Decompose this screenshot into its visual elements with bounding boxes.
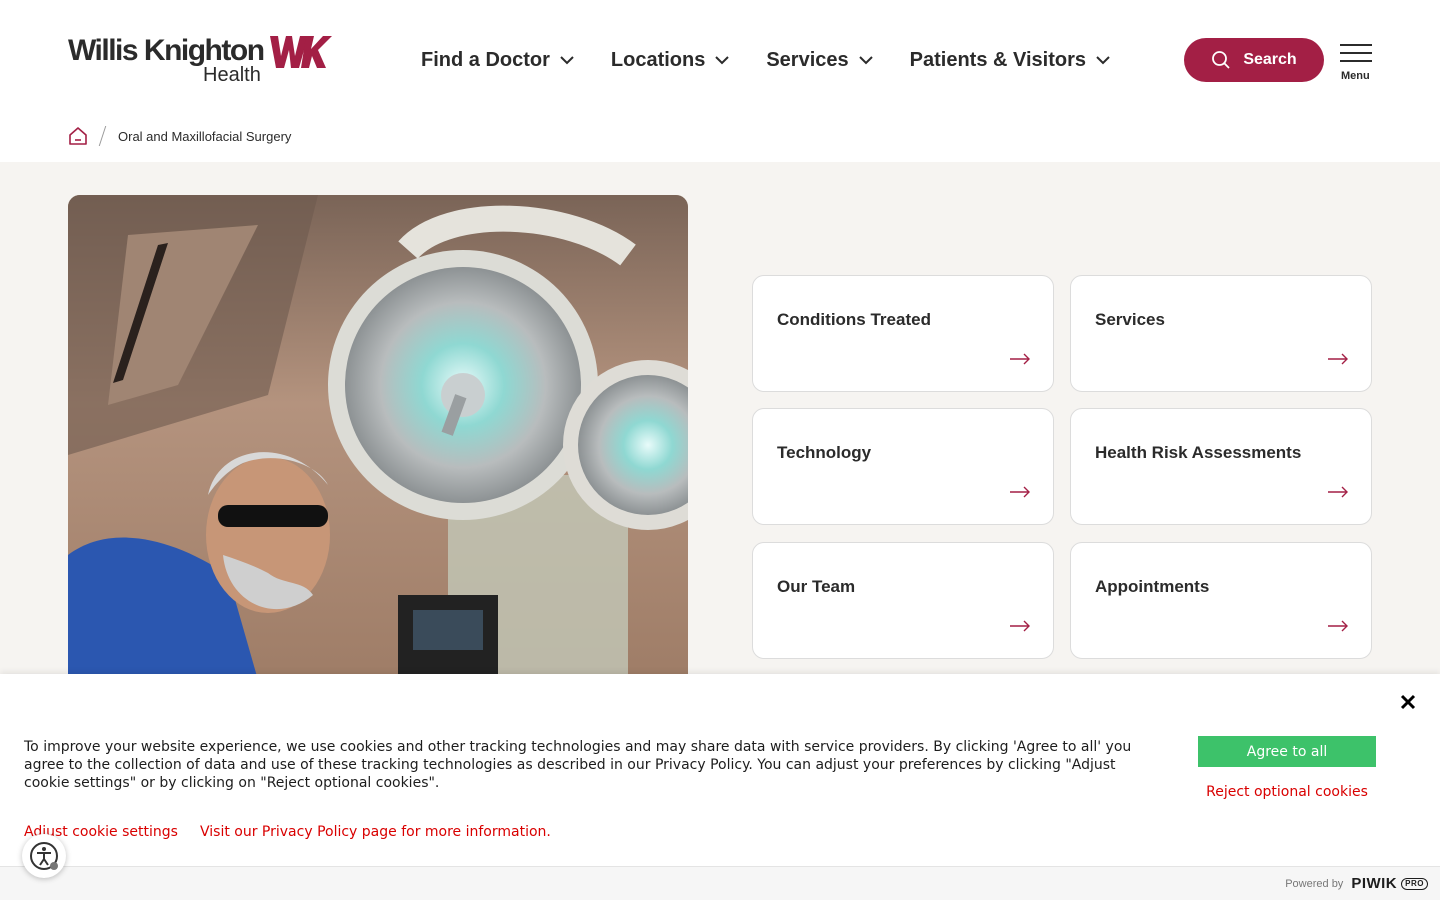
nav-label: Patients & Visitors [909, 48, 1086, 71]
nav-locations[interactable]: Locations [610, 44, 730, 76]
card-title: Technology [777, 443, 872, 462]
menu-button[interactable]: Menu [1339, 44, 1373, 86]
search-button-label: Search [1243, 51, 1297, 68]
hero-image [68, 195, 688, 715]
nav-label: Find a Doctor [421, 48, 550, 71]
logo-subtitle: Health [203, 64, 261, 86]
search-button[interactable]: Search [1184, 38, 1324, 82]
accessibility-button[interactable] [22, 834, 66, 878]
arrow-right-icon [1010, 353, 1030, 365]
search-icon [1212, 51, 1230, 69]
arrow-right-icon [1010, 486, 1030, 498]
nav-patients-visitors[interactable]: Patients & Visitors [910, 44, 1110, 76]
cookie-message: To improve your website experience, we u… [24, 739, 1132, 791]
arrow-right-icon [1328, 353, 1348, 365]
close-icon[interactable] [1398, 692, 1418, 712]
logo-wordmark: Willis Knighton [68, 34, 265, 67]
privacy-policy-link[interactable]: Visit our Privacy Policy page for more i… [200, 824, 551, 840]
arrow-right-icon [1010, 620, 1030, 632]
nav-label: Services [766, 48, 849, 71]
nav-services[interactable]: Services [766, 44, 873, 76]
card-appointments[interactable]: Appointments [1070, 542, 1372, 659]
piwik-wordmark: PIWIK [1351, 875, 1398, 892]
pro-badge: PRO [1401, 877, 1428, 890]
hamburger-line [1340, 60, 1372, 62]
accessibility-icon [30, 842, 58, 870]
card-title: Conditions Treated [777, 310, 931, 329]
chevron-down-icon [858, 56, 873, 65]
breadcrumb-current: Oral and Maxillofacial Surgery [118, 128, 292, 144]
chevron-down-icon [1096, 56, 1110, 65]
nav-label: Locations [610, 48, 706, 71]
chevron-down-icon [560, 56, 574, 65]
cookie-consent-banner: To improve your website experience, we u… [0, 674, 1440, 866]
powered-by: Powered by PIWIK PRO [1285, 875, 1428, 892]
site-logo[interactable]: Willis Knighton Health [68, 34, 333, 88]
breadcrumb-separator [98, 126, 107, 146]
piwik-logo[interactable]: PIWIK PRO [1351, 875, 1428, 892]
card-title: Services [1095, 310, 1165, 329]
home-icon[interactable] [68, 126, 88, 146]
card-services[interactable]: Services [1070, 275, 1372, 392]
card-our-team[interactable]: Our Team [752, 542, 1054, 659]
agree-to-all-button[interactable]: Agree to all [1198, 736, 1376, 767]
wk-logo-mark-icon [270, 36, 332, 68]
arrow-right-icon [1328, 620, 1348, 632]
card-technology[interactable]: Technology [752, 408, 1054, 525]
main-nav: Find a Doctor Locations Services Patient… [421, 44, 1147, 76]
menu-label: Menu [1341, 70, 1370, 82]
card-title: Health Risk Assessments [1095, 443, 1302, 462]
chevron-down-icon [715, 56, 730, 65]
arrow-right-icon [1328, 486, 1348, 498]
surgeon-under-surgical-lights-image [68, 195, 688, 715]
card-health-risk-assessments[interactable]: Health Risk Assessments [1070, 408, 1372, 525]
card-conditions-treated[interactable]: Conditions Treated [752, 275, 1054, 392]
hamburger-line [1340, 44, 1372, 46]
reject-optional-cookies-button[interactable]: Reject optional cookies [1198, 784, 1376, 804]
site-header: Willis Knighton Health Find a Doctor Loc… [0, 0, 1440, 146]
card-title: Appointments [1095, 577, 1210, 596]
consent-footer-bar: Powered by PIWIK PRO [0, 866, 1440, 900]
breadcrumb: Oral and Maxillofacial Surgery [68, 124, 291, 148]
nav-find-a-doctor[interactable]: Find a Doctor [421, 44, 574, 76]
powered-by-label: Powered by [1285, 877, 1344, 890]
hamburger-line [1340, 52, 1372, 54]
card-title: Our Team [777, 577, 856, 596]
